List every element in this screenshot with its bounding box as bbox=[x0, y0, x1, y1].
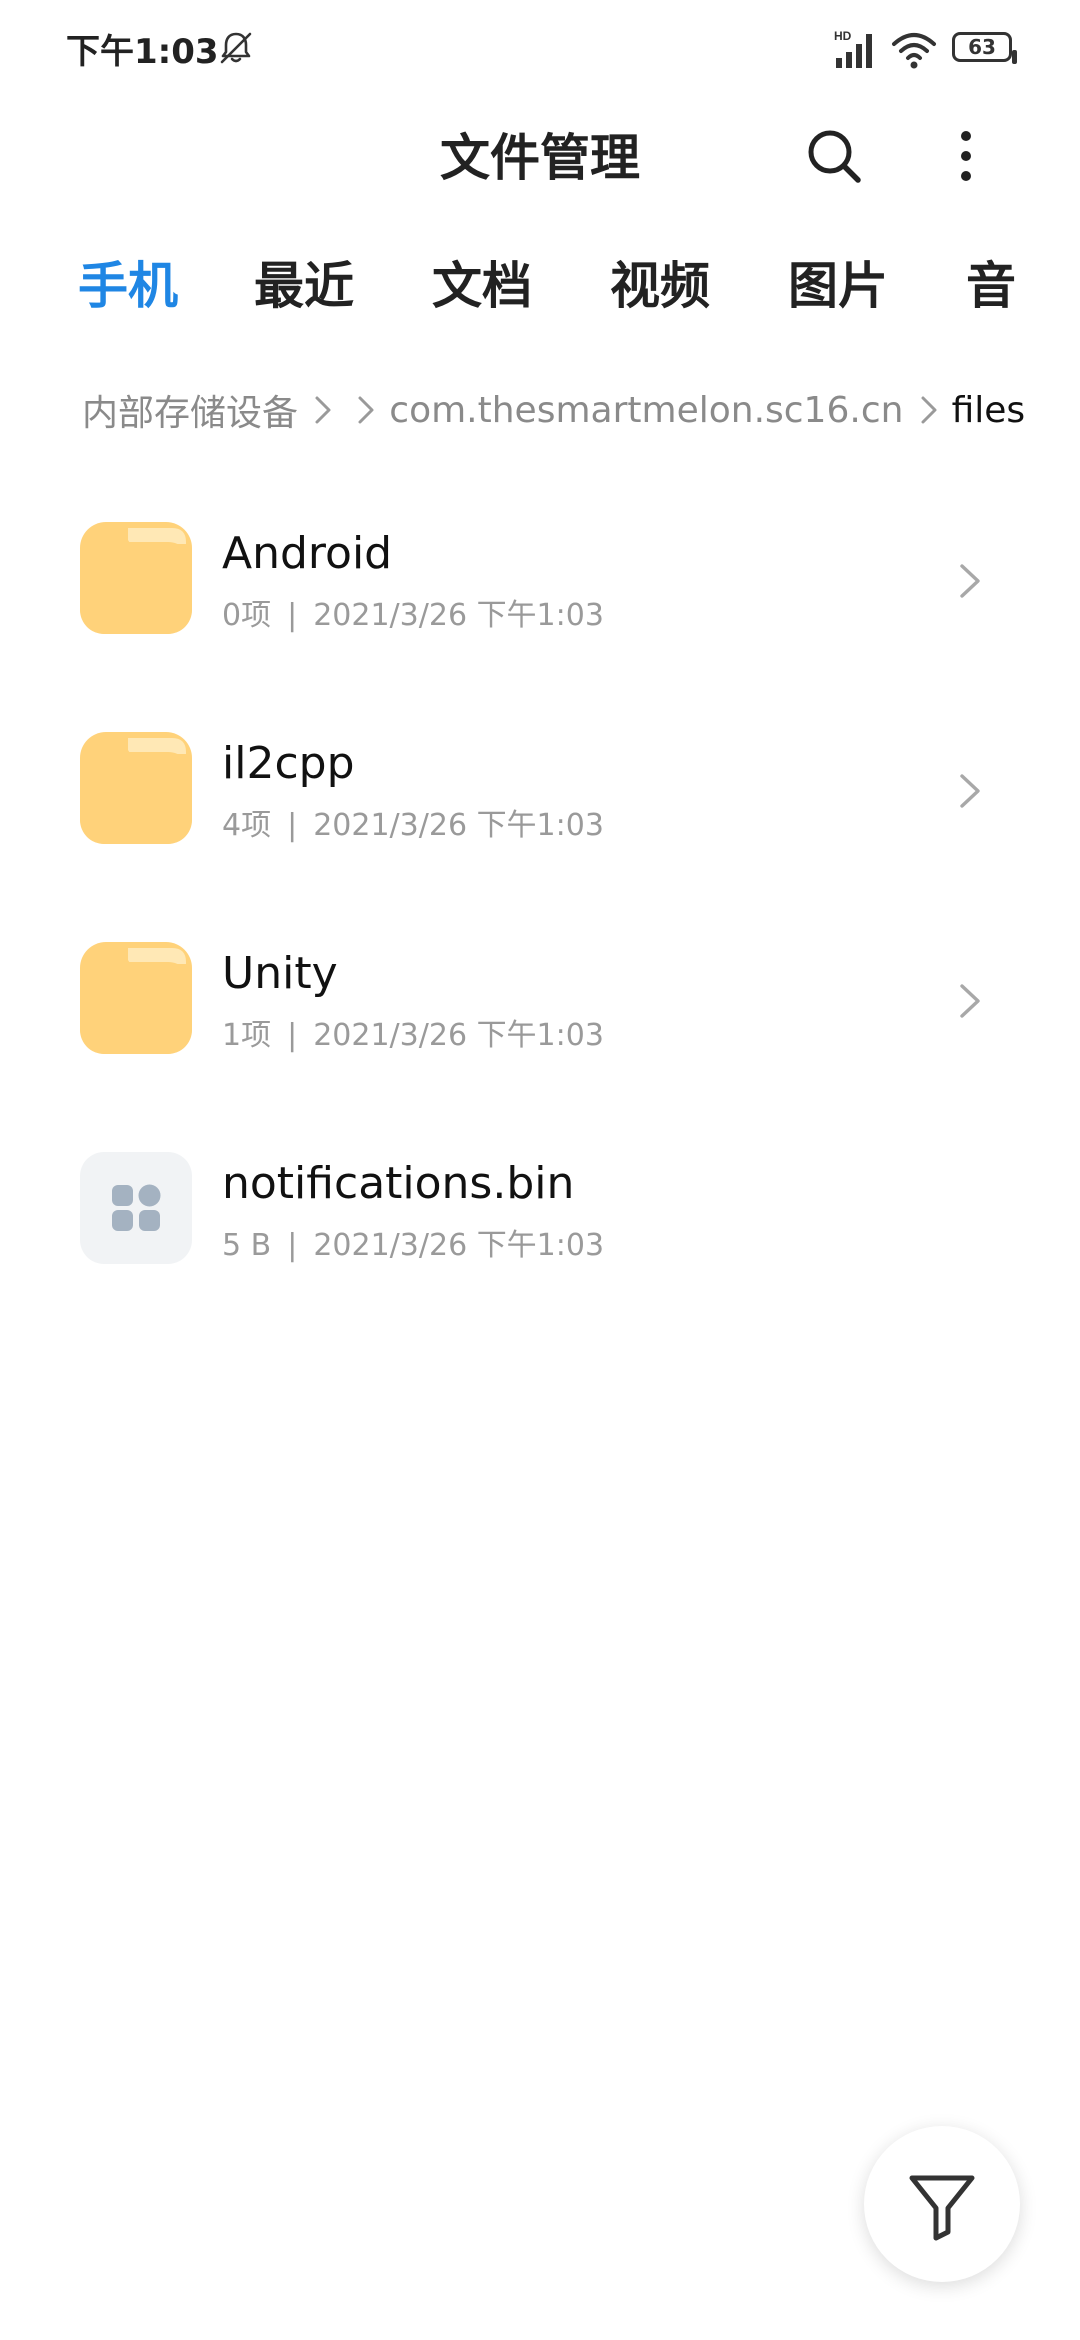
folder-icon bbox=[80, 732, 192, 844]
modified-date: 2021/3/26 下午1:03 bbox=[313, 808, 604, 843]
app-header: 文件管理 bbox=[0, 110, 1080, 200]
meta-separator: | bbox=[287, 1018, 298, 1053]
chevron-right-icon bbox=[960, 774, 980, 808]
chevron-right-icon bbox=[921, 396, 937, 424]
file-meta: 5 B | 2021/3/26 下午1:03 bbox=[222, 1220, 604, 1264]
tab-images[interactable]: 图片 bbox=[788, 246, 888, 318]
tab-audio[interactable]: 音 bbox=[966, 246, 1016, 318]
status-bar: 下午1:03 HD 63 bbox=[0, 0, 1080, 96]
page-title: 文件管理 bbox=[440, 129, 640, 187]
battery-level: 63 bbox=[968, 35, 996, 59]
file-name: Android bbox=[222, 528, 393, 579]
battery-icon: 63 bbox=[952, 32, 1017, 64]
cell-signal-icon: HD bbox=[834, 29, 872, 68]
breadcrumb-internal-storage[interactable]: 内部存储设备 bbox=[82, 384, 298, 436]
filter-button[interactable] bbox=[864, 2126, 1020, 2282]
list-item[interactable]: il2cpp 4项 | 2021/3/26 下午1:03 bbox=[0, 700, 1080, 910]
tab-documents[interactable]: 文档 bbox=[432, 246, 532, 318]
breadcrumb-files[interactable]: files bbox=[952, 390, 1026, 431]
tab-videos[interactable]: 视频 bbox=[610, 246, 710, 318]
chevron-right-icon bbox=[960, 564, 980, 598]
item-count: 0项 bbox=[222, 598, 272, 633]
grid-glyph bbox=[112, 1184, 161, 1231]
meta-separator: | bbox=[287, 1228, 298, 1263]
file-meta: 4项 | 2021/3/26 下午1:03 bbox=[222, 800, 604, 844]
file-list: Android 0项 | 2021/3/26 下午1:03 il2cpp 4项 | 20… bbox=[0, 490, 1080, 1330]
wifi-icon bbox=[892, 33, 936, 69]
modified-date: 2021/3/26 下午1:03 bbox=[313, 1228, 605, 1263]
folder-icon bbox=[80, 522, 192, 634]
modified-date: 2021/3/26 下午1:03 bbox=[313, 1018, 604, 1053]
list-item[interactable]: Android 0项 | 2021/3/26 下午1:03 bbox=[0, 490, 1080, 700]
item-count: 1项 bbox=[222, 1018, 272, 1053]
list-item[interactable]: Unity 1项 | 2021/3/26 下午1:03 bbox=[0, 910, 1080, 1120]
file-meta: 1项 | 2021/3/26 下午1:03 bbox=[222, 1010, 604, 1054]
list-item[interactable]: notifications.bin 5 B | 2021/3/26 下午1:03 bbox=[0, 1120, 1080, 1330]
filter-icon bbox=[909, 2175, 975, 2241]
grid-file-icon bbox=[80, 1152, 192, 1264]
file-name: Unity bbox=[222, 948, 338, 999]
breadcrumb: 内部存储设备 com.thesmartmelon.sc16.cn files bbox=[82, 384, 1025, 440]
battery-cap bbox=[1012, 50, 1017, 64]
category-tabs: 手机 最近 文档 视频 图片 音 bbox=[0, 246, 1080, 326]
breadcrumb-package[interactable]: com.thesmartmelon.sc16.cn bbox=[389, 390, 903, 431]
tab-phone[interactable]: 手机 bbox=[78, 246, 178, 318]
file-name: il2cpp bbox=[222, 738, 355, 789]
network-type-label: HD bbox=[834, 29, 852, 43]
file-name: notifications.bin bbox=[222, 1158, 575, 1209]
status-time: 下午1:03 bbox=[66, 32, 219, 72]
modified-date: 2021/3/26 下午1:03 bbox=[313, 598, 604, 633]
more-vertical-icon[interactable] bbox=[946, 124, 986, 188]
file-size: 5 B bbox=[222, 1228, 272, 1263]
chevron-right-icon bbox=[960, 984, 980, 1018]
folder-icon bbox=[80, 942, 192, 1054]
meta-separator: | bbox=[287, 598, 298, 633]
search-icon[interactable] bbox=[802, 124, 866, 188]
chevron-right-icon bbox=[358, 396, 374, 424]
meta-separator: | bbox=[287, 808, 298, 843]
file-meta: 0项 | 2021/3/26 下午1:03 bbox=[222, 590, 604, 634]
chevron-right-icon bbox=[315, 396, 331, 424]
item-count: 4项 bbox=[222, 808, 272, 843]
bell-off-icon bbox=[220, 32, 252, 64]
tab-recent[interactable]: 最近 bbox=[254, 246, 354, 318]
